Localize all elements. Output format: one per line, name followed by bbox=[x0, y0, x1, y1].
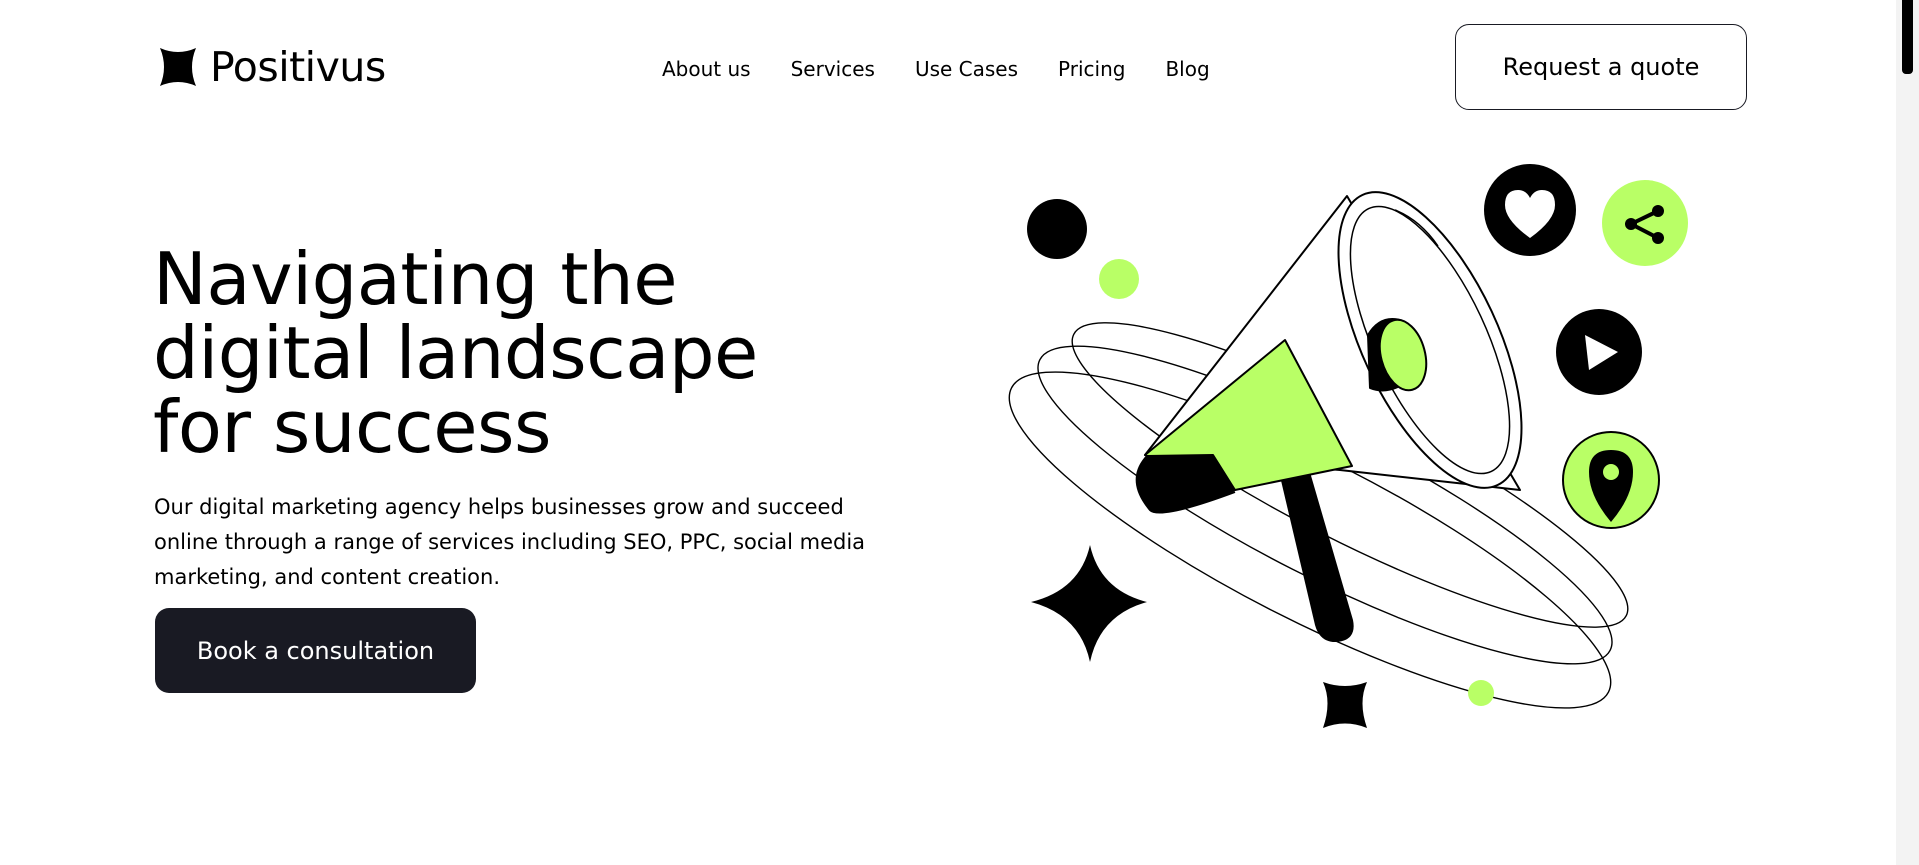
request-quote-button[interactable]: Request a quote bbox=[1455, 24, 1747, 110]
heart-icon bbox=[1484, 164, 1576, 256]
black-dot bbox=[1027, 199, 1087, 259]
small-star-icon bbox=[1323, 682, 1367, 728]
hero-description: Our digital marketing agency helps busin… bbox=[154, 495, 866, 589]
green-dot-small bbox=[1468, 680, 1494, 706]
hero-title-line: Navigating the bbox=[153, 237, 678, 321]
sparkle-star-icon bbox=[1031, 545, 1147, 662]
green-dot bbox=[1099, 259, 1139, 299]
page-scrollbar[interactable] bbox=[1896, 0, 1919, 865]
share-icon bbox=[1602, 180, 1688, 266]
play-icon bbox=[1556, 309, 1642, 395]
brand-name: Positivus bbox=[210, 42, 386, 91]
main-nav: About us Services Use Cases Pricing Blog bbox=[662, 54, 1210, 84]
four-point-star-icon bbox=[160, 48, 196, 86]
nav-item-pricing[interactable]: Pricing bbox=[1058, 54, 1125, 84]
megaphone-handle bbox=[1275, 455, 1354, 643]
book-consultation-button[interactable]: Book a consultation bbox=[155, 608, 476, 693]
nav-item-use-cases[interactable]: Use Cases bbox=[915, 54, 1018, 84]
hero-title-line: digital landscape bbox=[153, 311, 758, 395]
logo[interactable]: Positivus bbox=[157, 42, 386, 92]
location-pin-icon bbox=[1562, 431, 1660, 529]
hero-title: Navigating the digital landscape for suc… bbox=[153, 242, 913, 464]
scrollbar-thumb[interactable] bbox=[1902, 0, 1913, 74]
megaphone-illustration bbox=[1008, 164, 1688, 728]
nav-item-blog[interactable]: Blog bbox=[1165, 54, 1209, 84]
hero-title-line: for success bbox=[153, 385, 552, 469]
nav-item-services[interactable]: Services bbox=[791, 54, 875, 84]
page: Positivus About us Services Use Cases Pr… bbox=[0, 0, 1919, 865]
nav-item-about-us[interactable]: About us bbox=[662, 54, 751, 84]
